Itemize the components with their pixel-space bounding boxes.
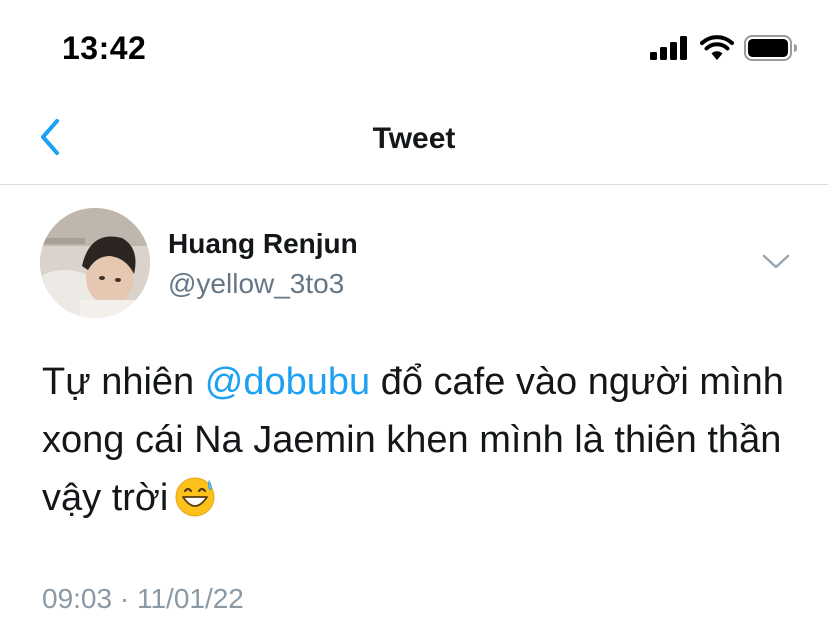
meta-separator: · [119, 583, 130, 614]
status-time: 13:42 [62, 30, 147, 66]
tweet-timestamp: 09:03 · 11/01/22 [42, 582, 244, 616]
cellular-signal-icon [650, 35, 690, 65]
more-options-button[interactable] [756, 249, 796, 279]
nav-bar: Tweet [0, 95, 828, 185]
tweet: Huang Renjun @yellow_3to3 Tự nhiên @dobu… [0, 185, 828, 639]
status-icons [650, 34, 798, 66]
author-handle[interactable]: @yellow_3to3 [168, 267, 344, 301]
wifi-icon [700, 35, 734, 65]
mention-link[interactable]: @dobubu [205, 361, 370, 403]
status-bar: 13:42 [0, 0, 828, 95]
tweet-text-part1: Tự nhiên [42, 361, 205, 403]
battery-icon [744, 34, 798, 66]
tweet-text: Tự nhiên @dobubu đổ cafe vào người mình … [42, 353, 802, 535]
author-name[interactable]: Huang Renjun [168, 227, 358, 261]
page-title: Tweet [372, 122, 456, 155]
chevron-down-icon [762, 254, 790, 275]
avatar[interactable] [40, 208, 150, 318]
tweet-time: 09:03 [42, 583, 113, 614]
grinning-face-with-sweat-emoji-icon [174, 476, 216, 535]
tweet-date: 11/01/22 [136, 583, 244, 614]
